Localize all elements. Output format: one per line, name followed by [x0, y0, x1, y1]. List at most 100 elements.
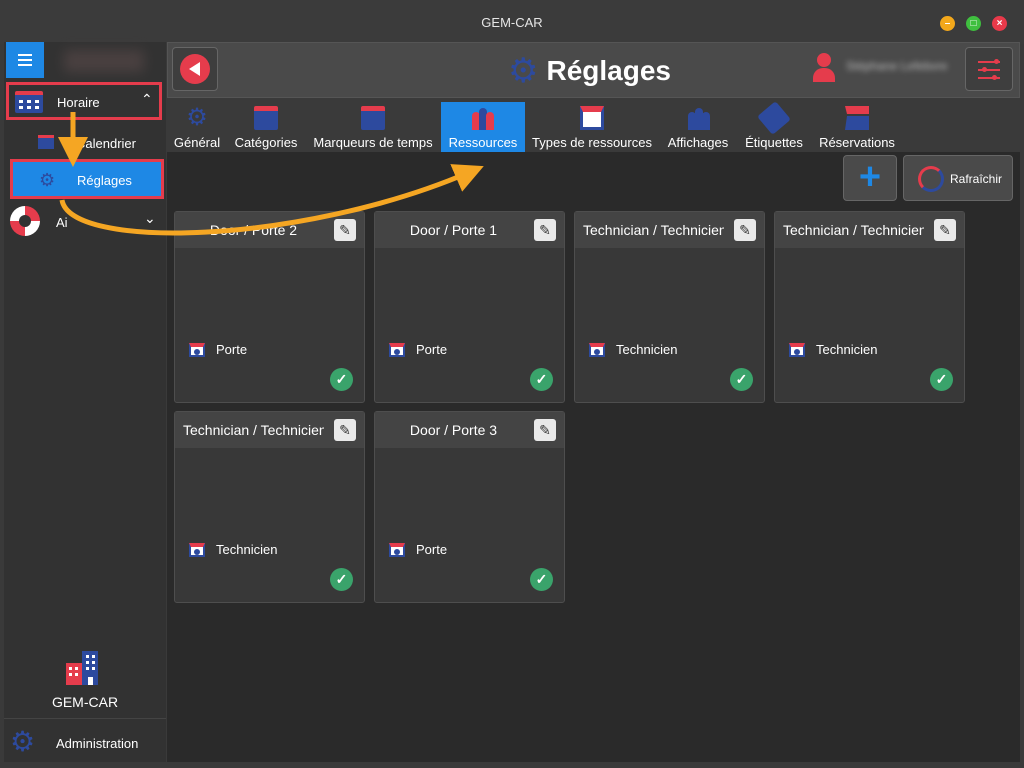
page-title-text: Réglages	[546, 55, 671, 86]
check-icon: ✓	[530, 368, 553, 391]
resource-title: Door / Porte 1	[409, 222, 498, 238]
resource-card[interactable]: Technician / Technicien ✎ Technicien ✓	[574, 211, 765, 403]
resource-type: Porte	[216, 342, 248, 357]
resource-type: Technicien	[616, 342, 678, 357]
chevron-up-icon: ⌃	[141, 91, 153, 107]
resource-title: Technician / Technicien	[783, 222, 924, 238]
page-header: ⚙ Réglages Stéphane Lefebvre	[167, 42, 1020, 98]
tab-label: Types de ressources	[532, 135, 652, 150]
tab-reservations[interactable]: Réservations	[817, 102, 897, 152]
sidebar-item-horaire[interactable]: Horaire ⌃	[6, 82, 162, 120]
refresh-button[interactable]: Rafraîchir	[903, 155, 1013, 201]
tag-icon	[757, 101, 791, 135]
buildings-icon	[66, 651, 98, 685]
edit-pencil-icon[interactable]: ✎	[334, 219, 356, 241]
tab-label: Général	[173, 135, 221, 150]
resource-title: Door / Porte 2	[209, 222, 298, 238]
tab-label: Affichages	[667, 135, 729, 150]
close-button[interactable]: ×	[992, 16, 1007, 31]
window-title: GEM-CAR	[481, 15, 543, 30]
tab-label: Réservations	[819, 135, 895, 150]
sidebar-item-administration[interactable]: ⚙ Administration	[4, 718, 166, 762]
sidebar-item-label: Réglages	[77, 173, 132, 188]
refresh-label: Rafraîchir	[950, 172, 1003, 186]
gear-icon: ⚙	[186, 104, 208, 131]
resource-title: Technician / Technicien	[583, 222, 724, 238]
resource-type: Technicien	[216, 542, 278, 557]
calendar-icon	[15, 91, 43, 113]
id-card-icon	[580, 106, 604, 130]
resource-title: Technician / Technicien	[183, 422, 324, 438]
resource-card[interactable]: Door / Porte 1 ✎ Porte ✓	[374, 211, 565, 403]
edit-pencil-icon[interactable]: ✎	[734, 219, 756, 241]
back-button[interactable]	[172, 47, 218, 91]
tab-label: Étiquettes	[745, 135, 803, 150]
sidebar-item-reglages[interactable]: ⚙ Réglages	[10, 159, 164, 199]
sidebar-item-label: Calendrier	[76, 136, 136, 151]
edit-pencil-icon[interactable]: ✎	[334, 419, 356, 441]
gear-icon: ⚙	[10, 726, 36, 757]
tab-etiquettes[interactable]: Étiquettes	[743, 101, 805, 152]
check-icon: ✓	[730, 368, 753, 391]
id-card-icon	[789, 343, 805, 357]
sidebar: Horaire ⌃ Calendrier ⚙ Réglages Ai ⌄ GEM…	[4, 42, 166, 762]
sidebar-item-label: Ai	[56, 215, 68, 230]
resource-card[interactable]: Door / Porte 3 ✎ Porte ✓	[374, 411, 565, 603]
building-icon	[845, 106, 869, 130]
id-card-icon	[389, 543, 405, 557]
id-card-icon	[389, 343, 405, 357]
edit-pencil-icon[interactable]: ✎	[534, 219, 556, 241]
calendar-icon	[38, 135, 54, 149]
check-icon: ✓	[930, 368, 953, 391]
filter-settings-button[interactable]	[965, 47, 1013, 91]
crowd-icon	[686, 106, 710, 130]
tab-affichages[interactable]: Affichages	[663, 102, 733, 152]
sidebar-item-label: Administration	[56, 736, 139, 751]
edit-pencil-icon[interactable]: ✎	[934, 219, 956, 241]
resource-type: Technicien	[816, 342, 878, 357]
calendar-grid-icon	[254, 106, 278, 130]
tab-ressources[interactable]: Ressources	[441, 102, 525, 152]
resource-type: Porte	[416, 342, 448, 357]
menu-toggle-button[interactable]	[6, 42, 44, 78]
lifebuoy-icon	[10, 206, 40, 236]
check-icon: ✓	[330, 568, 353, 591]
maximize-button[interactable]: □	[966, 16, 981, 31]
gear-icon: ⚙	[39, 170, 56, 190]
check-icon: ✓	[530, 568, 553, 591]
tab-label: Catégories	[234, 135, 298, 150]
resource-card[interactable]: Technician / Technicien ✎ Technicien ✓	[774, 211, 965, 403]
sidebar-item-aide[interactable]: Ai ⌄	[8, 202, 162, 240]
window-titlebar: GEM-CAR – □ ×	[0, 0, 1024, 44]
sidebar-item-label: Horaire	[57, 95, 100, 110]
tab-types-de-ressources[interactable]: Types de ressources	[531, 102, 653, 152]
avatar	[808, 51, 840, 85]
people-group-icon	[471, 106, 495, 130]
add-resource-button[interactable]: +	[843, 155, 897, 201]
page-title: ⚙ Réglages	[508, 51, 671, 91]
gear-icon: ⚙	[508, 52, 539, 90]
user-name: Stéphane Lefebvre	[846, 59, 948, 73]
tab-label: Ressources	[448, 135, 518, 150]
id-card-icon	[589, 343, 605, 357]
id-card-icon	[189, 343, 205, 357]
minimize-button[interactable]: –	[940, 16, 955, 31]
tab-marqueurs-de-temps[interactable]: Marqueurs de temps	[311, 102, 435, 152]
calendar-clock-icon	[361, 106, 385, 130]
sidebar-item-calendrier[interactable]: Calendrier	[34, 130, 154, 156]
edit-pencil-icon[interactable]: ✎	[534, 419, 556, 441]
tab-label: Marqueurs de temps	[313, 135, 433, 150]
resource-card[interactable]: Door / Porte 2 ✎ Porte ✓	[174, 211, 365, 403]
tab-general[interactable]: ⚙ Général	[171, 102, 223, 152]
resource-card[interactable]: Technician / Technicien ✎ Technicien ✓	[174, 411, 365, 603]
blurred-logo	[64, 50, 144, 72]
check-icon: ✓	[330, 368, 353, 391]
refresh-icon	[918, 166, 944, 192]
tab-categories[interactable]: Catégories	[231, 102, 301, 152]
resource-title: Door / Porte 3	[409, 422, 498, 438]
resource-type: Porte	[416, 542, 448, 557]
brand-block: GEM-CAR	[4, 647, 166, 717]
back-arrow-icon	[180, 54, 210, 84]
brand-label: GEM-CAR	[51, 694, 119, 710]
chevron-down-icon: ⌄	[144, 210, 156, 226]
